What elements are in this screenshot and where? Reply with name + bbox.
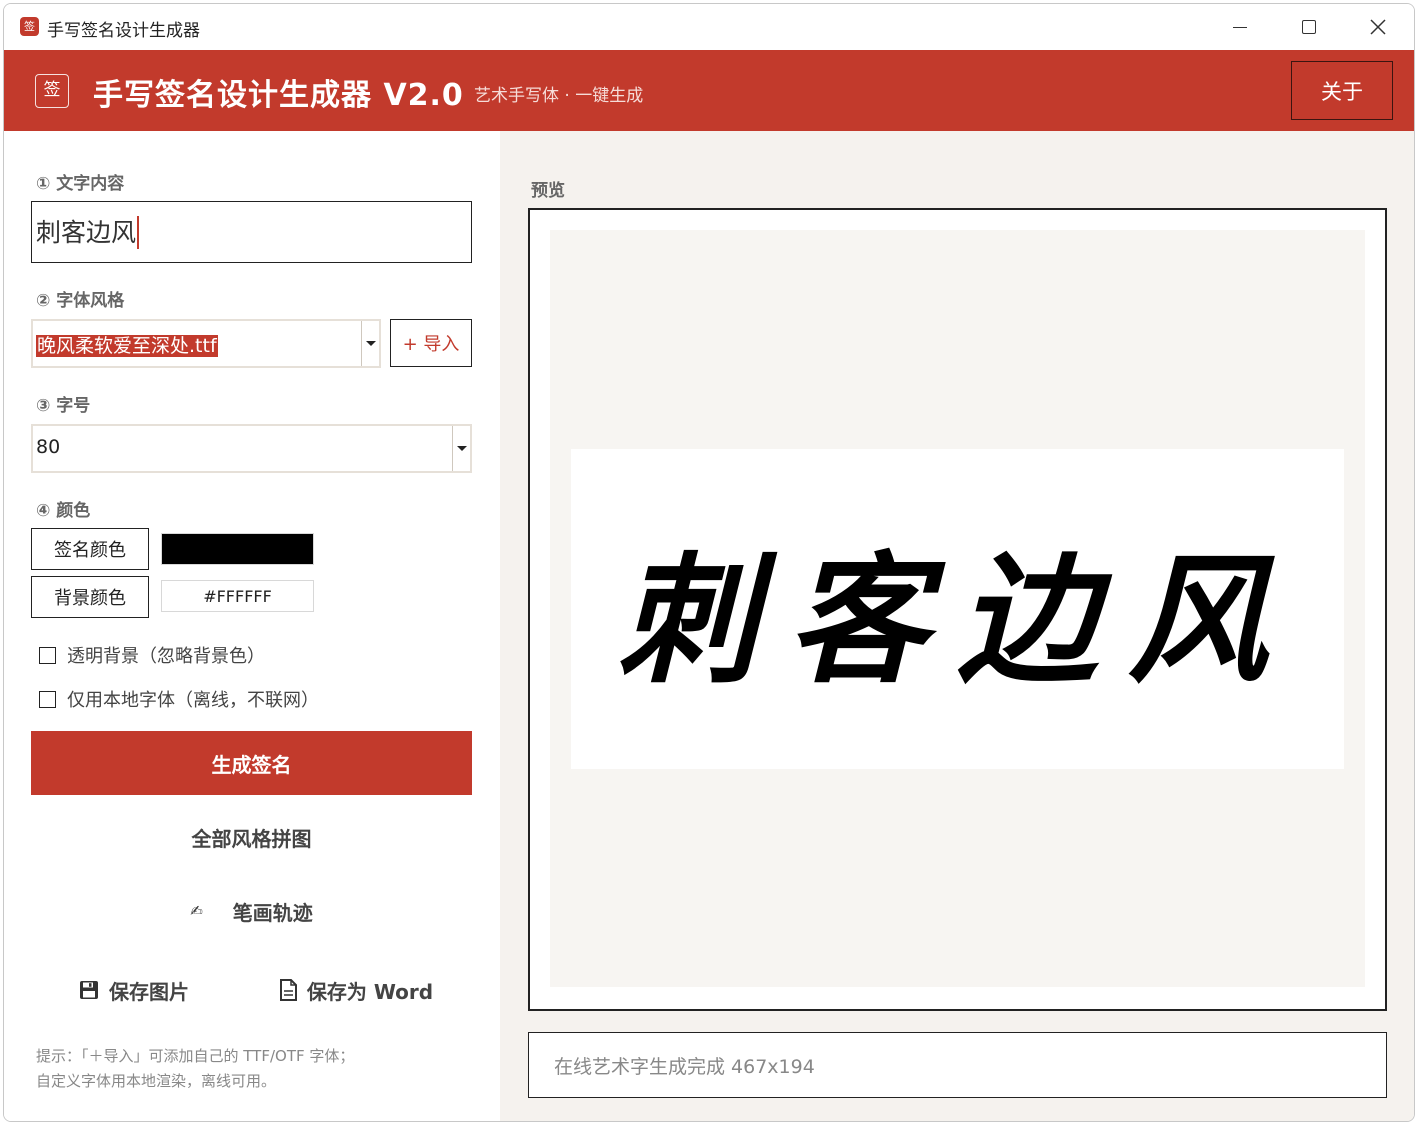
app-badge: 签	[35, 74, 69, 108]
all-styles-collage-button[interactable]: 全部风格拼图	[31, 811, 472, 863]
font-size-value: 80	[36, 436, 61, 458]
font-style-dropdown-button[interactable]	[361, 321, 379, 366]
font-style-value: 晚风柔软爱至深处.ttf	[36, 335, 218, 357]
transparent-background-checkbox[interactable]: 透明背景（忽略背景色）	[39, 642, 265, 668]
font-style-value-wrap: 晚风柔软爱至深处.ttf	[36, 331, 218, 358]
app-subtitle: 艺术手写体 · 一键生成	[474, 86, 644, 106]
maximize-button[interactable]	[1276, 4, 1342, 50]
text-content-label: ① 文字内容	[36, 174, 125, 194]
color-label: ④ 颜色	[36, 501, 91, 521]
background-color-swatch[interactable]: #FFFFFF	[161, 580, 314, 612]
title-bar: 签 手写签名设计生成器	[4, 4, 1414, 50]
close-button[interactable]	[1345, 4, 1411, 50]
signature-color-button[interactable]: 签名颜色	[31, 528, 149, 570]
chevron-down-icon	[456, 446, 467, 451]
save-word-button[interactable]: 保存为 Word	[266, 964, 446, 1016]
save-image-label: 保存图片	[109, 979, 189, 1004]
all-styles-collage-label: 全部风格拼图	[191, 826, 312, 851]
local-font-only-checkbox[interactable]: 仅用本地字体（离线，不联网）	[39, 686, 319, 712]
checkbox-box	[39, 646, 56, 664]
minimize-button[interactable]	[1207, 4, 1273, 50]
checkbox-box	[39, 690, 56, 708]
app-title: 手写签名设计生成器 V2.0	[93, 78, 464, 113]
font-size-select[interactable]: 80	[31, 424, 472, 473]
hint-line-1: 提示：「＋导入」可添加自己的 TTF/OTF 字体；	[36, 1047, 355, 1065]
preview-canvas: 刺客边风	[550, 230, 1365, 987]
font-style-label: ② 字体风格	[36, 291, 125, 311]
window-title: 手写签名设计生成器	[47, 21, 200, 41]
signature-icon: ✍	[190, 902, 203, 920]
about-button[interactable]: 关于	[1291, 61, 1393, 120]
save-word-label: 保存为 Word	[306, 979, 434, 1004]
control-panel: ① 文字内容 刺客边风 ② 字体风格 晚风柔软爱至深处.ttf + 导入 ③ 字…	[4, 131, 500, 1121]
local-font-only-label: 仅用本地字体（离线，不联网）	[67, 690, 319, 711]
text-content-value: 刺客边风	[36, 217, 137, 247]
save-image-button[interactable]: 保存图片	[54, 964, 214, 1016]
maximize-icon	[1302, 20, 1316, 34]
app-header: 签 手写签名设计生成器 V2.0 艺术手写体 · 一键生成 关于	[4, 50, 1414, 131]
status-text: 在线艺术字生成完成 467x194	[554, 1055, 815, 1078]
preview-label: 预览	[531, 181, 565, 201]
stroke-trace-label: 笔画轨迹	[232, 900, 313, 925]
minimize-icon	[1233, 26, 1247, 28]
signature-text: 刺客边风	[617, 539, 1298, 703]
floppy-disk-icon	[80, 981, 98, 999]
signature-image: 刺客边风	[571, 449, 1344, 769]
document-icon	[279, 979, 297, 1001]
app-window: 签 手写签名设计生成器 签 手写签名设计生成器 V2.0 艺术手写体 · 一键生…	[3, 3, 1415, 1122]
background-color-button[interactable]: 背景颜色	[31, 576, 149, 618]
app-icon: 签	[20, 17, 39, 36]
font-style-select[interactable]: 晚风柔软爱至深处.ttf	[31, 319, 381, 368]
text-caret	[137, 215, 140, 249]
status-bar: 在线艺术字生成完成 467x194	[528, 1032, 1387, 1098]
signature-color-swatch[interactable]	[161, 533, 314, 565]
chevron-down-icon	[365, 341, 376, 346]
close-icon	[1370, 19, 1386, 35]
text-content-input[interactable]: 刺客边风	[31, 201, 472, 263]
stroke-trace-button[interactable]: ✍ 笔画轨迹	[31, 885, 472, 937]
transparent-background-label: 透明背景（忽略背景色）	[67, 646, 265, 667]
font-size-label: ③ 字号	[36, 396, 91, 416]
import-font-button[interactable]: + 导入	[390, 319, 472, 367]
generate-signature-button[interactable]: 生成签名	[31, 731, 472, 795]
preview-frame: 刺客边风	[528, 208, 1387, 1011]
preview-panel: 预览 刺客边风 在线艺术字生成完成 467x194	[500, 131, 1414, 1121]
hint-line-2: 自定义字体用本地渲染，离线可用。	[36, 1072, 277, 1090]
font-size-dropdown-button[interactable]	[452, 426, 470, 471]
